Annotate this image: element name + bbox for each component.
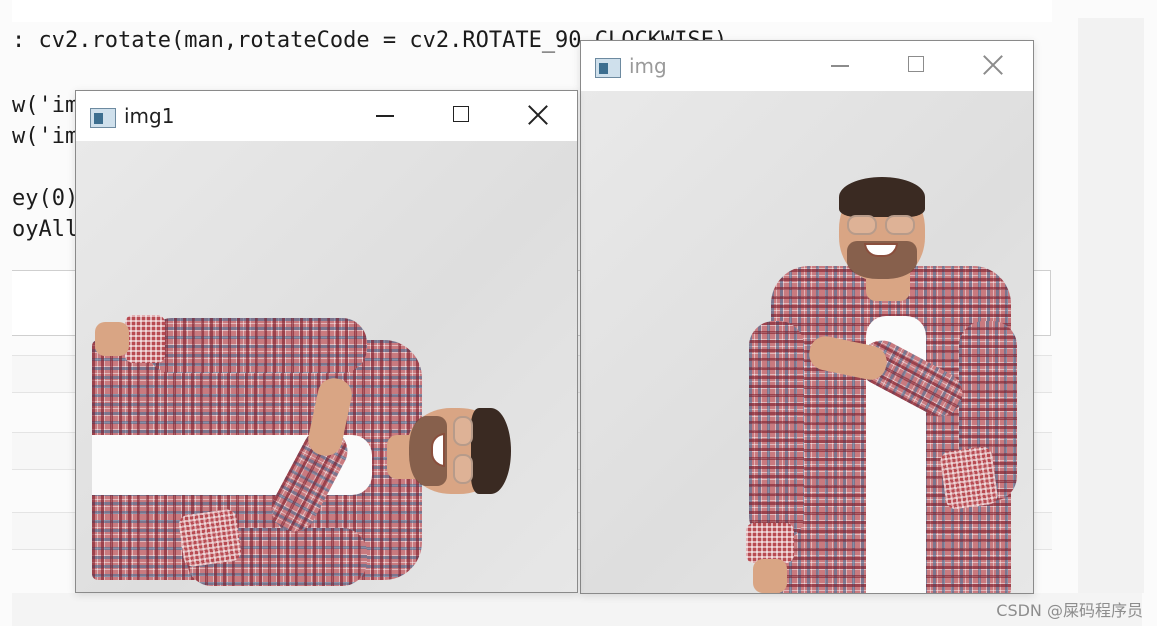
maximize-icon	[908, 56, 924, 72]
maximize-button[interactable]	[897, 51, 937, 81]
code-line-destroy: oyAll	[12, 217, 79, 242]
img-window-titlebar[interactable]: img	[581, 41, 1033, 91]
app-window-icon	[90, 108, 116, 128]
editor-bottom-bar	[12, 593, 1142, 626]
img-window[interactable]: img	[580, 40, 1034, 594]
img-window-title: img	[629, 54, 667, 78]
close-icon	[982, 54, 1004, 76]
code-line-imshow-2: w('im	[12, 124, 79, 149]
man-rotated-photo	[92, 150, 577, 592]
minimize-button[interactable]	[821, 51, 861, 81]
code-line-waitkey: ey(0)	[12, 186, 79, 211]
editor-right-gutter	[1078, 18, 1144, 593]
img1-window-title: img1	[124, 104, 175, 128]
maximize-icon	[453, 106, 469, 122]
editor-top-strip	[12, 0, 1052, 22]
close-icon	[527, 104, 549, 126]
img1-window[interactable]: img1	[75, 90, 578, 593]
minimize-icon	[831, 65, 849, 67]
img1-window-image	[76, 141, 577, 592]
maximize-button[interactable]	[442, 101, 482, 131]
csdn-watermark: CSDN @屎码程序员	[996, 601, 1143, 620]
code-line-imshow-1: w('im	[12, 93, 79, 118]
man-original-photo	[581, 91, 1033, 593]
img-window-image	[581, 91, 1033, 593]
minimize-icon	[376, 115, 394, 117]
app-window-icon	[595, 58, 621, 78]
img1-window-titlebar[interactable]: img1	[76, 91, 577, 141]
code-line-rotate-prefix: :	[12, 28, 39, 53]
minimize-button[interactable]	[366, 101, 406, 131]
close-button[interactable]	[973, 51, 1013, 81]
close-button[interactable]	[518, 101, 558, 131]
